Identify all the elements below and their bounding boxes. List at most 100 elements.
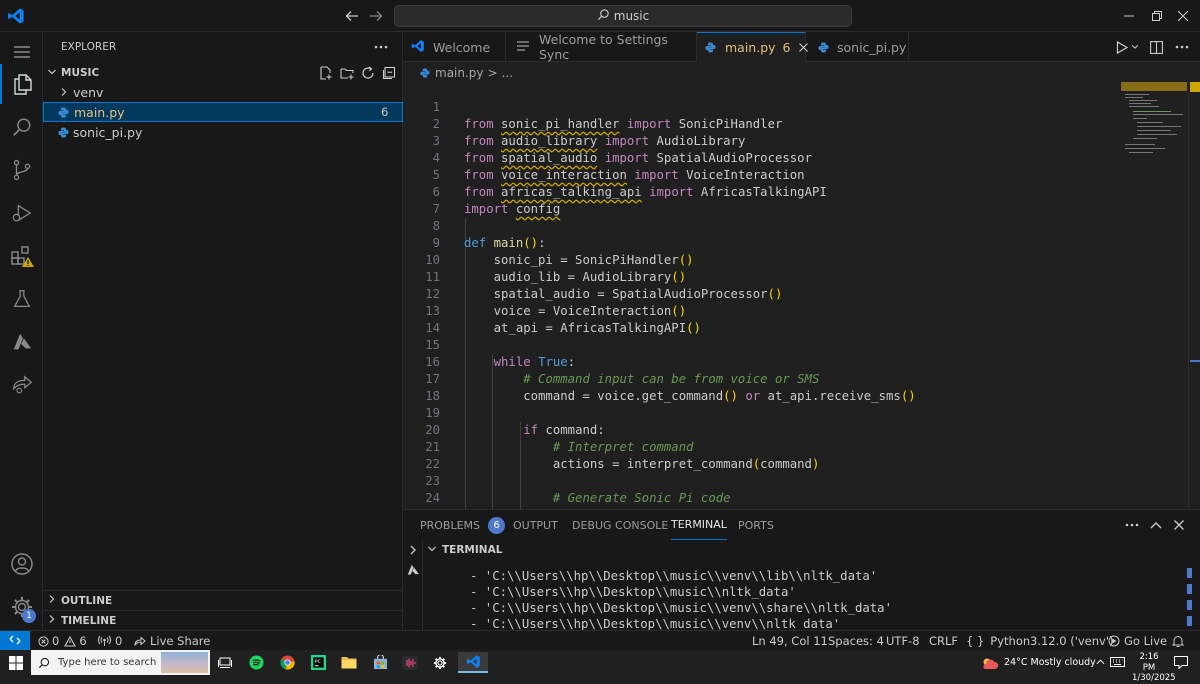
file-explorer-icon[interactable] [338, 652, 360, 673]
run-file-icon[interactable] [1113, 39, 1131, 55]
restore-icon[interactable] [1148, 7, 1166, 25]
split-editor-icon[interactable] [1147, 39, 1165, 55]
breadcrumb[interactable]: main.py > ... [420, 65, 513, 81]
new-file-icon[interactable] [317, 64, 335, 82]
tab-output[interactable]: OUTPUT [513, 510, 558, 540]
ports-status[interactable]: 0 [98, 631, 122, 651]
problems-count-badge: 6 [488, 516, 506, 534]
run-debug-icon[interactable] [0, 193, 43, 233]
notifications-icon[interactable] [1172, 631, 1184, 651]
python-file-icon [705, 42, 716, 53]
tree-item-main-py[interactable]: main.py 6 [43, 102, 403, 122]
braces-icon: { } [966, 634, 985, 648]
minimize-icon[interactable] [1120, 7, 1138, 25]
code-line: 15 while True: [403, 320, 1123, 369]
spotify-icon[interactable] [245, 652, 267, 673]
chevron-down-icon[interactable] [1130, 41, 1140, 53]
notification-center-icon[interactable] [1172, 654, 1190, 670]
go-live-label: Go Live [1124, 634, 1168, 648]
tab-debug-console[interactable]: DEBUG CONSOLE [572, 510, 668, 540]
language-label: Python [990, 634, 1031, 648]
chevron-up-icon[interactable] [1093, 655, 1107, 669]
encoding-status[interactable]: UTF-8 [886, 631, 920, 651]
python-file-icon [818, 42, 829, 53]
command-center-search[interactable]: music [394, 5, 852, 27]
explorer-icon[interactable] [0, 64, 43, 104]
pycharm-icon[interactable]: PC [307, 652, 329, 673]
forward-arrow-icon[interactable] [367, 7, 385, 25]
timeline-section-header[interactable]: TIMELINE [43, 610, 403, 630]
terminal-scroll-marker [1187, 568, 1192, 578]
breadcrumb-file: main.py [435, 66, 484, 80]
vscode-icon[interactable] [458, 652, 488, 673]
live-share-status[interactable]: Live Share [134, 631, 210, 651]
tab-main-py[interactable]: main.py 6 [697, 32, 808, 62]
task-view-icon[interactable] [214, 652, 236, 673]
keyboard-icon[interactable] [1108, 655, 1126, 669]
extensions-icon[interactable] [0, 236, 43, 276]
chrome-icon[interactable] [276, 652, 298, 673]
collapse-all-icon[interactable] [380, 64, 398, 82]
minimap-line [1129, 152, 1153, 153]
tab-terminal[interactable]: TERMINAL [671, 510, 727, 540]
tab-sonic-pi-py[interactable]: sonic_pi.py [806, 32, 909, 62]
account-icon[interactable] [0, 544, 43, 584]
code-line: 25 [403, 490, 1123, 509]
minimap-line [1137, 122, 1163, 123]
settings-gear-icon[interactable]: 1 [0, 587, 43, 627]
tree-item-venv[interactable]: venv [43, 82, 403, 102]
tree-item-sonic-pi-py[interactable]: sonic_pi.py [43, 122, 403, 142]
audio-app-icon[interactable] [399, 652, 421, 673]
tab-problems[interactable]: PROBLEMS 6 [420, 510, 506, 540]
vscode-logo-icon[interactable] [6, 6, 26, 26]
tab-welcome[interactable]: Welcome [403, 32, 506, 62]
windows-start-icon[interactable] [0, 650, 31, 675]
chevron-right-icon [47, 594, 61, 607]
breadcrumb-separator: > [487, 66, 498, 80]
more-actions-icon[interactable] [1173, 39, 1191, 55]
search-icon[interactable] [0, 107, 43, 147]
title-bar: music [0, 0, 1200, 32]
code-editor[interactable]: main.py > ... 1 from sonic_pi_handler im… [403, 62, 1200, 509]
language-mode[interactable]: { } Python [966, 631, 1030, 651]
search-text: music [613, 9, 650, 23]
source-control-icon[interactable] [0, 150, 43, 190]
editor-scrollbar[interactable] [1188, 82, 1200, 509]
maximize-panel-icon[interactable] [1147, 517, 1165, 533]
store-icon[interactable] [369, 652, 391, 673]
indentation-status[interactable]: Spaces: 4 [828, 631, 884, 651]
settings-icon[interactable] [429, 652, 451, 673]
code-line: 6 import config [403, 167, 1123, 216]
live-share-icon[interactable] [0, 365, 43, 405]
close-icon[interactable] [1174, 7, 1192, 25]
weather-widget[interactable]: 24°C Mostly cloudy [981, 650, 1096, 675]
terminal-section-header[interactable]: TERMINAL [427, 543, 502, 557]
eol-status[interactable]: CRLF [929, 631, 958, 651]
minimap[interactable] [1121, 82, 1187, 162]
testing-icon[interactable] [0, 279, 43, 319]
code-area[interactable]: 1 from sonic_pi_handler import SonicPiHa… [403, 82, 1118, 509]
more-actions-icon[interactable] [1123, 517, 1141, 533]
go-live-button[interactable]: Go Live [1108, 631, 1167, 651]
minimap-line [1133, 138, 1157, 139]
back-arrow-icon[interactable] [343, 7, 361, 25]
azure-icon[interactable] [405, 562, 421, 578]
refresh-icon[interactable] [359, 64, 377, 82]
close-panel-icon[interactable] [1170, 517, 1188, 533]
new-folder-icon[interactable] [338, 64, 356, 82]
remote-indicator[interactable] [0, 631, 30, 651]
cursor-position[interactable]: Ln 49, Col 11 [752, 631, 828, 651]
chevron-right-icon[interactable] [406, 543, 420, 557]
tab-ports[interactable]: PORTS [738, 510, 774, 540]
tab-settings-sync[interactable]: Welcome to Settings Sync [506, 32, 697, 62]
taskbar-search-box[interactable]: Type here to search [31, 650, 210, 675]
system-clock[interactable]: 2:16 PM 1/30/2025 [1132, 652, 1176, 684]
problems-status[interactable]: 0 6 [38, 631, 87, 651]
outline-section-header[interactable]: OUTLINE [43, 590, 403, 610]
minimap-line [1137, 126, 1181, 127]
minimap-line [1129, 106, 1159, 107]
azure-icon[interactable] [0, 322, 43, 362]
more-actions-icon[interactable] [371, 38, 391, 56]
python-interpreter[interactable]: 3.12.0 ('venv') [1030, 631, 1114, 651]
weather-text: 24°C Mostly cloudy [1004, 657, 1096, 668]
